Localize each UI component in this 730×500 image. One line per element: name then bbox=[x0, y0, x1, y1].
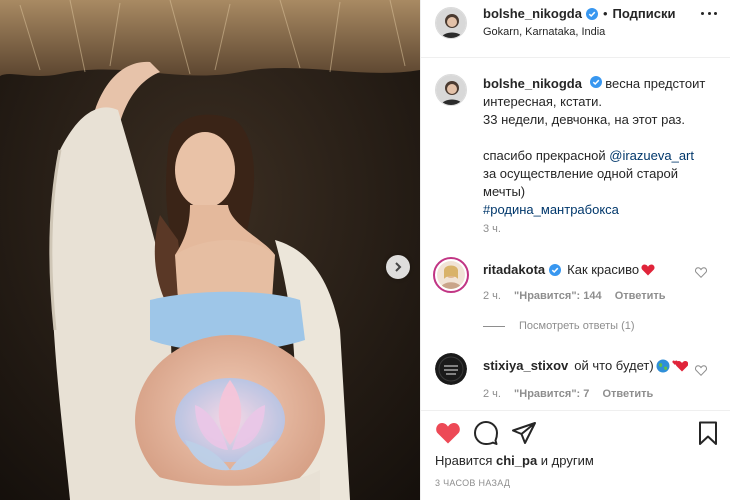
chevron-right-icon bbox=[395, 262, 402, 272]
comments-section[interactable]: bolshe_nikogda весна предстоит интересна… bbox=[421, 58, 730, 410]
post-location[interactable]: Gokarn, Karnataka, India bbox=[483, 26, 605, 38]
verified-badge-icon bbox=[589, 76, 602, 88]
separator-dot: • bbox=[602, 6, 608, 21]
caption-line: интересная, кстати. bbox=[483, 94, 603, 109]
hashtag-link[interactable]: #родина_мантрабокса bbox=[483, 202, 619, 217]
caption-text: весна предстоит bbox=[605, 76, 706, 91]
likes-prefix: Нравится bbox=[435, 453, 496, 468]
liker-username[interactable]: chi_pa bbox=[496, 453, 537, 468]
following-button[interactable]: Подписки bbox=[613, 6, 676, 21]
post-header: bolshe_nikogda • Подписки Gokarn, Karnat… bbox=[421, 0, 730, 58]
post-photo[interactable] bbox=[0, 0, 420, 500]
comment-time[interactable]: 2 ч. bbox=[483, 388, 501, 400]
comment-text: Как красиво bbox=[567, 262, 640, 277]
replies-divider bbox=[483, 325, 505, 327]
caption-timestamp[interactable]: 3 ч. bbox=[483, 223, 501, 235]
caption-line: спасибо прекрасной bbox=[483, 148, 610, 163]
caption-author-avatar[interactable] bbox=[435, 74, 467, 106]
comment-meta: 2 ч. "Нравится": 144 Ответить bbox=[483, 290, 676, 302]
view-replies-button[interactable]: Посмотреть ответы (1) bbox=[483, 320, 635, 332]
red-heart-emoji-icon bbox=[641, 264, 655, 275]
caption-line: мечты) bbox=[483, 184, 526, 199]
post-details-panel: bolshe_nikogda • Подписки Gokarn, Karnat… bbox=[420, 0, 730, 500]
view-replies-label: Посмотреть ответы (1) bbox=[519, 320, 635, 332]
comment-text: ой что будет) bbox=[574, 358, 654, 373]
more-options-icon[interactable] bbox=[701, 12, 717, 18]
post-caption: bolshe_nikogda весна предстоит интересна… bbox=[483, 75, 715, 219]
header-line: bolshe_nikogda • Подписки bbox=[483, 6, 675, 21]
comment-row: ritadakota Как красиво bbox=[483, 262, 655, 277]
heart-filled-icon[interactable] bbox=[435, 421, 461, 445]
author-avatar[interactable] bbox=[435, 7, 467, 39]
comment-row: stixiya_stixov ой что будет) bbox=[483, 358, 688, 373]
comment-username[interactable]: ritadakota bbox=[483, 262, 545, 277]
post-image bbox=[0, 0, 420, 500]
hearts-emoji-icon bbox=[672, 360, 688, 371]
comment-likes[interactable]: "Нравится": 144 bbox=[514, 290, 602, 302]
post-actions: Нравится chi_pa и другим 3 часов назад bbox=[421, 410, 730, 500]
comment-username[interactable]: stixiya_stixov bbox=[483, 358, 568, 373]
caption-line: 33 недели, девчонка, на этот раз. bbox=[483, 112, 685, 127]
verified-badge-icon bbox=[585, 7, 598, 20]
globe-emoji-icon bbox=[656, 359, 670, 372]
commenter-avatar[interactable] bbox=[433, 257, 469, 293]
comment-time[interactable]: 2 ч. bbox=[483, 290, 501, 302]
share-icon[interactable] bbox=[511, 421, 537, 445]
author-username[interactable]: bolshe_nikogda bbox=[483, 6, 582, 21]
commenter-avatar[interactable] bbox=[435, 353, 467, 385]
comment-likes[interactable]: "Нравится": 7 bbox=[514, 388, 589, 400]
reply-button[interactable]: Ответить bbox=[615, 290, 666, 302]
comment-icon[interactable] bbox=[473, 421, 499, 445]
likes-suffix[interactable]: и другим bbox=[537, 453, 594, 468]
caption-blank-line bbox=[483, 129, 715, 147]
heart-outline-icon[interactable] bbox=[695, 267, 707, 278]
comment-meta: 2 ч. "Нравится": 7 Ответить bbox=[483, 388, 663, 400]
caption-username[interactable]: bolshe_nikogda bbox=[483, 76, 582, 91]
likes-summary: Нравится chi_pa и другим bbox=[435, 453, 594, 468]
reply-button[interactable]: Ответить bbox=[602, 388, 653, 400]
post-timestamp[interactable]: 3 часов назад bbox=[435, 478, 510, 488]
next-photo-button[interactable] bbox=[386, 255, 410, 279]
bookmark-icon[interactable] bbox=[695, 421, 721, 445]
heart-outline-icon[interactable] bbox=[695, 365, 707, 376]
mention-link[interactable]: @irazueva_art bbox=[609, 148, 694, 163]
caption-line: за осуществление одной старой bbox=[483, 166, 679, 181]
verified-badge-icon bbox=[549, 263, 562, 276]
